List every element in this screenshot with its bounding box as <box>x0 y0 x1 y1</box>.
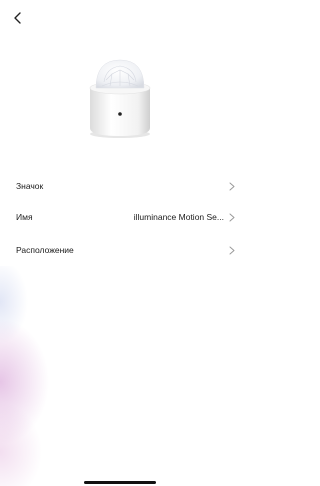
chevron-right-icon <box>228 212 236 222</box>
settings-row-label: Значок <box>16 181 44 191</box>
background-gradient <box>0 262 240 486</box>
device-settings-card: Значок Имя illuminance Motion Se... Расп… <box>0 0 240 266</box>
motion-sensor-image <box>82 56 158 140</box>
chevron-right-icon <box>228 245 236 255</box>
settings-row-label: Имя <box>16 212 33 222</box>
chevron-right-icon <box>228 181 236 191</box>
settings-row-label: Расположение <box>16 245 74 255</box>
home-indicator[interactable] <box>84 481 156 484</box>
back-button[interactable] <box>8 10 28 30</box>
device-name-value: illuminance Motion Se... <box>133 212 224 222</box>
settings-row-icon[interactable]: Значок <box>0 176 240 196</box>
chevron-left-icon <box>13 11 23 29</box>
settings-row-location[interactable]: Расположение <box>0 240 240 260</box>
settings-row-name[interactable]: Имя illuminance Motion Se... <box>0 207 240 227</box>
